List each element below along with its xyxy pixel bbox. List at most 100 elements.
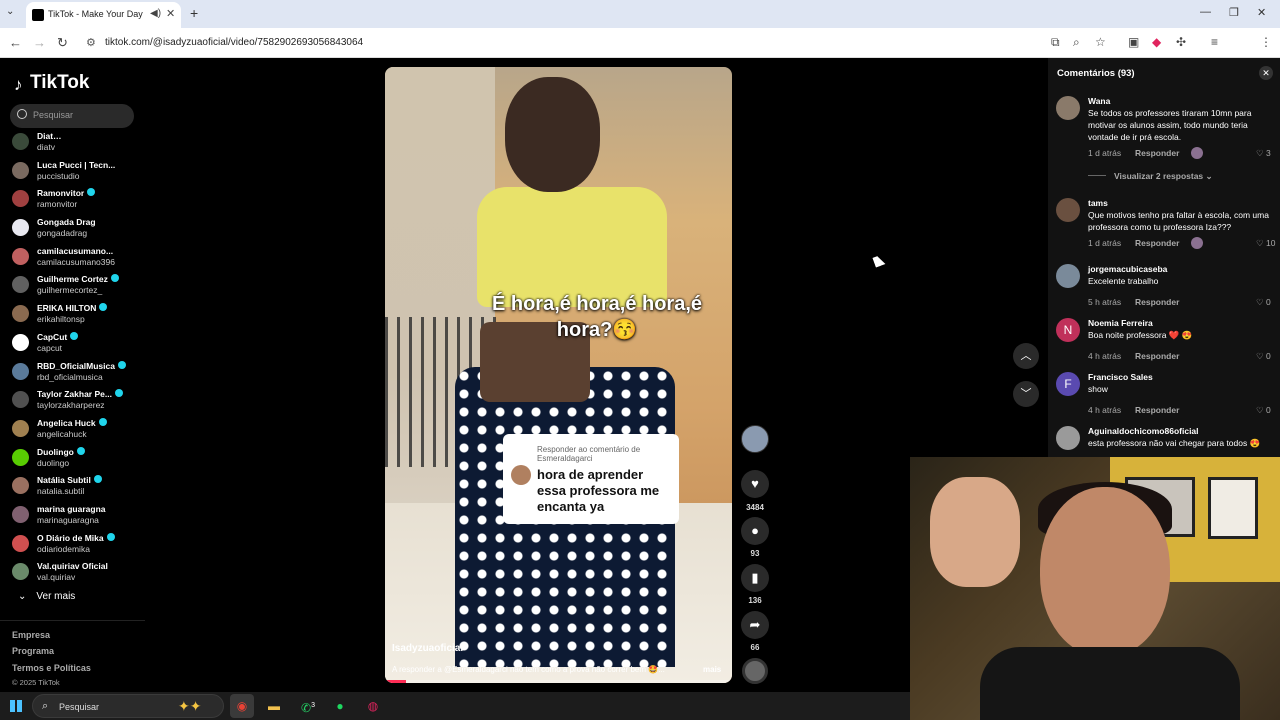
reload-icon[interactable]: ↻ xyxy=(57,35,68,51)
comment-author[interactable]: Aguinaldochicomo86oficial xyxy=(1088,426,1199,436)
comment-author[interactable]: Wana xyxy=(1088,96,1110,106)
comment-time: 4 h atrás xyxy=(1088,405,1122,415)
cast-icon[interactable]: ⧉ xyxy=(1051,35,1060,50)
chrome-icon[interactable]: ◉ xyxy=(230,694,254,718)
more-button[interactable]: mais xyxy=(703,665,721,674)
sidebar-following-item[interactable]: Ramonvitor ramonvitor xyxy=(12,185,147,214)
taskbar-search[interactable]: ⌕ Pesquisar ✦✦ xyxy=(32,694,224,718)
like-button[interactable]: ♥ xyxy=(741,470,769,498)
comment-like-button[interactable]: ♡ 0 xyxy=(1256,351,1271,362)
back-icon[interactable]: ← xyxy=(9,35,22,50)
video-player[interactable]: É hora,é hora,é hora,é hora?😚 Responder … xyxy=(385,67,732,683)
music-disc-icon[interactable] xyxy=(742,658,768,684)
comment-avatar[interactable]: N xyxy=(1056,318,1080,342)
verified-badge-icon xyxy=(76,446,85,455)
verified-badge-icon xyxy=(106,532,115,541)
sidebar-following-item[interactable]: ERIKA HILTON erikahiltonsp xyxy=(12,300,147,329)
sidebar-following-item[interactable]: Guilherme Cortez guilhermecortez_ xyxy=(12,271,147,300)
zoom-icon[interactable]: ⌕ xyxy=(1073,35,1080,50)
footer-link-termos[interactable]: Termos e Políticas xyxy=(12,663,91,673)
share-button[interactable]: ➦ xyxy=(741,611,769,639)
comment-reply-button[interactable]: Responder xyxy=(1135,238,1179,248)
creator-avatar[interactable] xyxy=(741,425,769,453)
comment-button[interactable]: ● xyxy=(741,517,769,545)
comment-reply-button[interactable]: Responder xyxy=(1135,351,1179,361)
close-window-icon[interactable]: ✕ xyxy=(1257,6,1266,19)
sidebar-following-item[interactable]: camilacusumano... camilacusumano396 xyxy=(12,243,147,272)
save-button[interactable]: ▮ xyxy=(741,564,769,592)
comment-avatar[interactable] xyxy=(1056,198,1080,222)
extension-icon[interactable]: ▣ xyxy=(1128,35,1139,49)
sidebar-following-item[interactable]: O Diário de Mika odiariodemika xyxy=(12,530,147,559)
menu-kebab-icon[interactable]: ⋮ xyxy=(1260,35,1272,49)
reading-list-icon[interactable]: ≡ xyxy=(1211,35,1218,49)
close-comments-icon[interactable]: ✕ xyxy=(1259,66,1273,80)
extension-shield-icon[interactable]: ◆ xyxy=(1152,35,1161,49)
tab-search-icon[interactable]: ⌄ xyxy=(6,6,14,17)
sidebar-following-item[interactable]: Angelica Huck angelicahuck xyxy=(12,415,147,444)
tab-title: TikTok - Make Your Day xyxy=(48,9,143,19)
whatsapp-icon[interactable]: ✆3 xyxy=(296,694,320,718)
sidebar-following-item[interactable]: Diat… diatv xyxy=(12,128,147,157)
comment-like-button[interactable]: ♡ 0 xyxy=(1256,405,1271,416)
following-name: Ramonvitor xyxy=(37,188,96,198)
following-handle: diatv xyxy=(37,142,55,152)
footer-link-programa[interactable]: Programa xyxy=(12,646,54,656)
comment-reply-button[interactable]: Responder xyxy=(1135,405,1179,415)
avatar xyxy=(12,276,29,294)
next-video-button[interactable]: ﹀ xyxy=(1013,381,1039,407)
comment-like-button[interactable]: ♡ 10 xyxy=(1256,238,1275,249)
site-info-icon[interactable]: ⚙ xyxy=(86,36,96,49)
restore-icon[interactable]: ❐ xyxy=(1229,6,1239,19)
file-explorer-icon[interactable]: ▬ xyxy=(262,694,286,718)
sidebar-following-item[interactable]: Val.quiriav Oficial val.quiriav xyxy=(12,558,147,587)
sidebar-following-item[interactable]: CapCut capcut xyxy=(12,329,147,358)
extensions-puzzle-icon[interactable]: ✣ xyxy=(1176,35,1186,49)
browser-tab[interactable]: TikTok - Make Your Day ◀) ✕ xyxy=(26,2,181,28)
address-bar: ← → ↻ ⚙ tiktok.com/@isadyzuaoficial/vide… xyxy=(0,28,1280,77)
footer-link-empresa[interactable]: Empresa xyxy=(12,630,50,640)
verified-badge-icon xyxy=(70,331,79,340)
avatar xyxy=(12,448,29,466)
comment-author[interactable]: tams xyxy=(1088,198,1108,208)
sidebar-divider xyxy=(0,620,145,621)
sidebar-following-item[interactable]: Taylor Zakhar Pe... taylorzakharperez xyxy=(12,386,147,415)
comment-text: Que motivos tenho pra faltar à escola, c… xyxy=(1088,210,1269,232)
following-handle: capcut xyxy=(37,342,63,353)
share-count: 66 xyxy=(750,643,760,652)
video-progress-bar[interactable] xyxy=(385,680,732,683)
comment-avatar[interactable] xyxy=(1056,426,1080,450)
tab-audio-icon[interactable]: ◀) xyxy=(150,8,161,19)
search-input[interactable]: Pesquisar xyxy=(10,104,134,128)
new-tab-icon[interactable]: + xyxy=(190,5,198,21)
app-icon[interactable]: ◍ xyxy=(361,694,385,718)
tiktok-logo[interactable]: ♪ TikTok xyxy=(14,72,89,94)
comment-reply-button[interactable]: Responder xyxy=(1135,148,1179,158)
comment-avatar[interactable]: F xyxy=(1056,372,1080,396)
comment-author[interactable]: jorgemacubicaseba xyxy=(1088,264,1167,274)
comment-author[interactable]: Noemia Ferreira xyxy=(1088,318,1153,328)
sidebar-following-item[interactable]: Natália Subtil natalia.subtil xyxy=(12,472,147,501)
sidebar-following-item[interactable]: RBD_OficialMusica rbd_oficialmusica xyxy=(12,358,147,387)
see-more-button[interactable]: ⌄ Ver mais xyxy=(18,591,75,602)
windows-start-icon[interactable] xyxy=(10,700,22,712)
spotify-icon[interactable]: ● xyxy=(328,694,352,718)
comment-avatar[interactable] xyxy=(1056,96,1080,120)
sidebar-following-item[interactable]: marina guaragna marinaguaragna xyxy=(12,501,147,530)
sidebar-following-item[interactable]: Luca Pucci | Tecn... puccistudio xyxy=(12,157,147,186)
sidebar-following-item[interactable]: Duolingo duolingo xyxy=(12,444,147,473)
minimize-icon[interactable]: — xyxy=(1200,6,1211,18)
view-replies-button[interactable]: Visualizar 2 respostas ⌄ xyxy=(1088,171,1213,182)
sidebar-following-item[interactable]: Gongada Drag gongadadrag xyxy=(12,214,147,243)
comment-reply-button[interactable]: Responder xyxy=(1135,297,1179,307)
comment-author[interactable]: Francisco Sales xyxy=(1088,372,1153,382)
bookmark-star-icon[interactable]: ☆ xyxy=(1095,35,1106,49)
previous-video-button[interactable]: ︿ xyxy=(1013,343,1039,369)
following-handle: marinaguaragna xyxy=(37,514,99,525)
comment-like-button[interactable]: ♡ 3 xyxy=(1256,148,1271,159)
comment-avatar[interactable] xyxy=(1056,264,1080,288)
tab-close-icon[interactable]: ✕ xyxy=(166,7,175,20)
comment-like-button[interactable]: ♡ 0 xyxy=(1256,297,1271,308)
forward-icon[interactable]: → xyxy=(33,35,46,50)
video-author[interactable]: Isadyzuaoficial xyxy=(392,643,463,654)
